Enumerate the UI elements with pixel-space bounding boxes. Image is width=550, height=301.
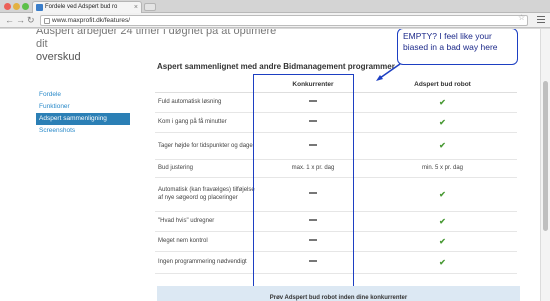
checkmark-icon: ✔: [439, 117, 446, 127]
page-scrollbar[interactable]: [540, 29, 550, 301]
tab-close-icon[interactable]: ×: [134, 2, 138, 13]
scrollbar-thumb[interactable]: [543, 81, 548, 231]
favicon-icon: [36, 4, 43, 11]
browser-menu-icon[interactable]: [537, 16, 545, 24]
browser-tab[interactable]: Fordele ved Adspert bud ro ×: [32, 1, 142, 13]
address-bar[interactable]: www.maxprofit.dk/features/: [40, 15, 528, 26]
adspert-cell: min. 5 x pr. dag: [368, 159, 517, 178]
adspert-cell: ✔: [368, 112, 517, 133]
page-info-icon: [44, 18, 50, 24]
feature-cell: Automatisk (kan fravælges) tilføjelse af…: [155, 177, 258, 212]
feature-cell: Tager højde for tidspunkter og dage: [155, 132, 258, 160]
feature-cell: Bud justering: [155, 159, 258, 178]
feature-cell: Fuld automatisk løsning: [155, 92, 258, 113]
checkmark-icon: ✔: [439, 97, 446, 107]
new-tab-button[interactable]: [144, 3, 156, 11]
browser-tabbar: Fordele ved Adspert bud ro ×: [0, 0, 550, 13]
sidebar-nav: Fordele Funktioner Adspert sammenligning…: [36, 89, 130, 137]
forward-icon[interactable]: →: [16, 14, 25, 26]
url-text: www.maxprofit.dk/features/: [52, 17, 131, 24]
back-icon[interactable]: ←: [5, 14, 14, 26]
checkmark-icon: ✔: [439, 236, 446, 246]
feature-cell: Kom i gang på få minutter: [155, 112, 258, 133]
checkmark-icon: ✔: [439, 216, 446, 226]
feature-column-header: [155, 77, 258, 93]
sidebar-item-funktioner[interactable]: Funktioner: [36, 101, 130, 113]
annotation-highlight-box: [253, 74, 354, 294]
sidebar-item-sammenligning[interactable]: Adspert sammenligning: [36, 113, 130, 125]
tab-title: Fordele ved Adspert bud ro: [45, 4, 118, 10]
zoom-window-button[interactable]: [22, 3, 29, 10]
annotation-arrow-icon: [376, 63, 401, 81]
reload-icon[interactable]: ↻: [27, 14, 35, 26]
minimize-window-button[interactable]: [13, 3, 20, 10]
close-window-button[interactable]: [4, 3, 11, 10]
annotation-callout: EMPTY? I feel like your biased in a bad …: [397, 29, 518, 65]
checkmark-icon: ✔: [439, 141, 446, 150]
adspert-cell: ✔: [368, 132, 517, 160]
comparison-title: Aspert sammenlignet med andre Bidmanagem…: [157, 62, 395, 71]
adspert-cell: ✔: [368, 251, 517, 274]
checkmark-icon: ✔: [439, 189, 446, 199]
feature-cell: "Hvad hvis" udregner: [155, 211, 258, 232]
page-viewport: Adspert arbejder 24 timer i døgnet på at…: [0, 29, 540, 301]
browser-toolbar: ← → ↻ www.maxprofit.dk/features/ ☆: [0, 13, 550, 28]
sidebar-item-fordele[interactable]: Fordele: [36, 89, 130, 101]
feature-cell: Ingen programmering nødvendigt: [155, 251, 258, 274]
bookmark-star-icon[interactable]: ☆: [518, 13, 525, 23]
checkmark-icon: ✔: [439, 257, 446, 267]
sidebar-item-screenshots[interactable]: Screenshots: [36, 125, 130, 137]
adspert-cell: ✔: [368, 177, 517, 212]
adspert-cell: ✔: [368, 231, 517, 252]
hero-heading: Adspert arbejder 24 timer i døgnet på at…: [36, 29, 277, 63]
adspert-cell: ✔: [368, 92, 517, 113]
adspert-cell: ✔: [368, 211, 517, 232]
feature-cell: Meget nem kontrol: [155, 231, 258, 252]
cta-banner[interactable]: Prøv Adspert bud robot inden dine konkur…: [157, 286, 520, 301]
